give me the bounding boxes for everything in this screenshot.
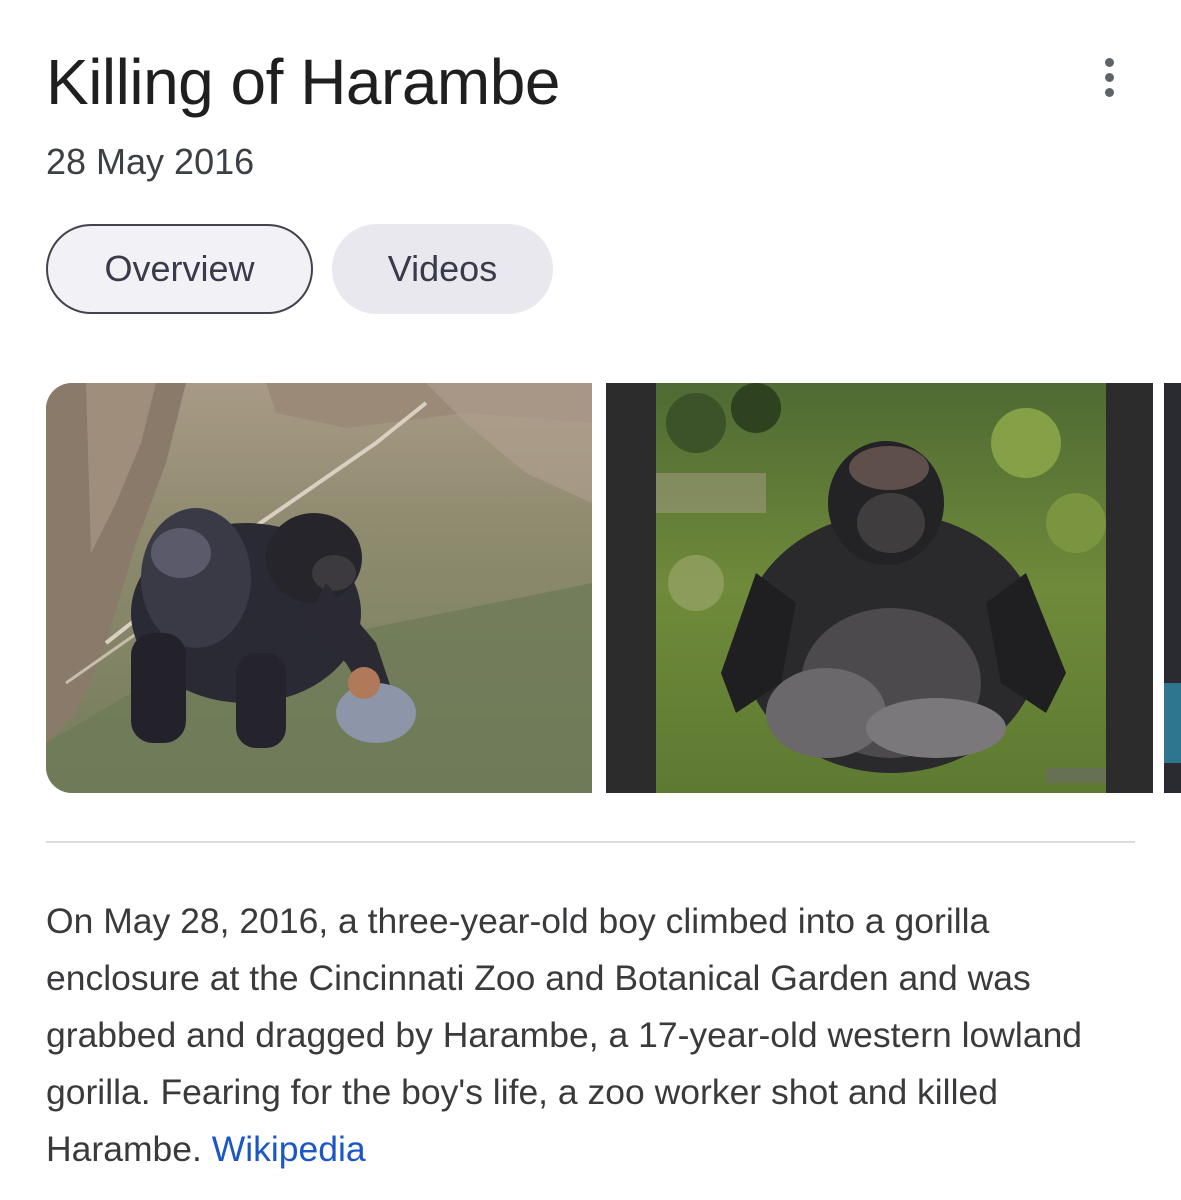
image-gorilla-sitting[interactable] bbox=[606, 383, 1153, 793]
description-text: On May 28, 2016, a three-year-old boy cl… bbox=[46, 893, 1141, 1178]
image-gorilla-enclosure[interactable] bbox=[46, 383, 592, 793]
source-link-wikipedia[interactable]: Wikipedia bbox=[212, 1129, 366, 1169]
image-carousel[interactable] bbox=[46, 383, 1181, 793]
more-vert-icon-dot bbox=[1104, 87, 1114, 97]
knowledge-panel: Killing of Harambe 28 May 2016 Overview … bbox=[0, 0, 1181, 1200]
page-title: Killing of Harambe bbox=[46, 46, 560, 118]
image-partial[interactable] bbox=[1164, 383, 1181, 793]
event-date: 28 May 2016 bbox=[46, 141, 255, 182]
description-body: On May 28, 2016, a three-year-old boy cl… bbox=[46, 901, 1083, 1169]
tab-videos[interactable]: Videos bbox=[332, 224, 553, 314]
tab-bar: Overview Videos bbox=[46, 224, 553, 314]
tab-overview[interactable]: Overview bbox=[46, 224, 313, 314]
more-options-button[interactable] bbox=[1086, 54, 1132, 100]
more-vert-icon bbox=[1104, 57, 1114, 67]
section-divider bbox=[46, 841, 1135, 843]
more-vert-icon-dot bbox=[1104, 72, 1114, 82]
